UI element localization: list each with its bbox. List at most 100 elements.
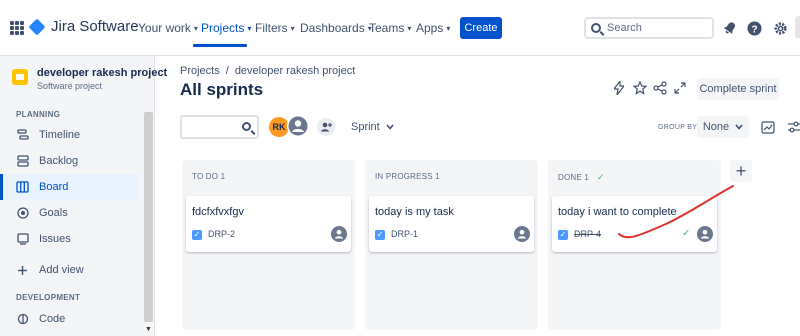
fullscreen-icon[interactable] — [672, 80, 688, 96]
sidebar-item-label: Board — [39, 181, 69, 193]
chevron-down-icon — [735, 121, 743, 133]
view-settings-icon[interactable] — [784, 117, 800, 137]
avatar-rk[interactable]: RK — [269, 117, 289, 137]
add-people-icon[interactable] — [317, 118, 335, 136]
group-by-value: None — [702, 121, 730, 133]
card-title: fdcfxfvxfgv — [192, 206, 244, 218]
red-annotation-stroke — [618, 185, 734, 239]
sidebar-item-label: Issues — [39, 233, 71, 245]
chevron-down-icon — [386, 121, 394, 133]
column-heading-text: IN PROGRESS 1 — [375, 172, 440, 181]
project-avatar — [12, 69, 28, 85]
top-navigation: Jira Software Your work ▾ Projects ▾ Filte… — [0, 0, 800, 56]
sidebar-item-backlog[interactable]: Backlog — [0, 148, 137, 174]
chevron-down-icon: ▾ — [193, 23, 198, 33]
search-input[interactable]: Search — [584, 17, 714, 39]
planning-heading: PLANNING — [16, 110, 61, 119]
task-type-icon: ✓ — [375, 230, 385, 240]
sidebar-item-label: Goals — [39, 207, 68, 219]
app-switcher-icon[interactable] — [10, 21, 24, 35]
insights-icon[interactable] — [758, 117, 778, 137]
chevron-down-icon: ▾ — [446, 23, 451, 33]
project-type: Software project — [37, 81, 103, 91]
nav-your-work[interactable]: Your work ▾ — [138, 21, 198, 35]
done-check-icon: ✓ — [597, 172, 605, 182]
issue-key[interactable]: DRP-4 — [574, 229, 601, 239]
board-search-input[interactable] — [180, 115, 259, 139]
nav-teams[interactable]: Teams ▾ — [369, 21, 411, 35]
lightning-icon[interactable] — [611, 80, 627, 96]
nav-your-work-label: Your work — [138, 21, 191, 35]
column-todo: TO DO 1 fdcfxfvxfgv ✓ DRP-2 — [182, 160, 355, 330]
sidebar-scrollbar[interactable] — [144, 112, 153, 322]
share-icon[interactable] — [652, 80, 668, 96]
chevron-down-icon: ▾ — [407, 23, 412, 33]
column-in-progress: IN PROGRESS 1 today is my task ✓ DRP-1 — [365, 160, 538, 330]
group-by-select[interactable]: None — [697, 116, 749, 138]
nav-dashboards-label: Dashboards — [300, 21, 365, 35]
settings-icon[interactable] — [771, 19, 789, 37]
nav-projects[interactable]: Projects ▾ — [201, 21, 251, 35]
sidebar-item-label: Add view — [39, 264, 84, 276]
sidebar-item-goals[interactable]: Goals — [0, 200, 137, 226]
breadcrumb-project[interactable]: developer rakesh project — [235, 65, 355, 77]
assignee-avatar[interactable] — [331, 226, 347, 242]
scroll-down-arrow-icon[interactable]: ▼ — [145, 326, 152, 333]
project-name[interactable]: developer rakesh project — [37, 67, 167, 79]
product-name: Jira Software — [51, 18, 139, 35]
column-heading: IN PROGRESS 1 — [375, 172, 440, 181]
sprint-filter[interactable]: Sprint — [351, 121, 394, 133]
svg-text:?: ? — [751, 24, 757, 35]
nav-apps-label: Apps — [416, 21, 444, 35]
issue-key[interactable]: DRP-1 — [391, 229, 418, 239]
nav-filters[interactable]: Filters ▾ — [255, 21, 295, 35]
nav-dashboards[interactable]: Dashboards ▾ — [300, 21, 372, 35]
timeline-icon — [16, 129, 29, 142]
column-heading-text: TO DO 1 — [192, 172, 226, 181]
chevron-down-icon: ▾ — [247, 23, 252, 33]
nav-filters-label: Filters — [255, 21, 288, 35]
search-icon — [591, 23, 601, 33]
assignee-avatar[interactable] — [514, 226, 530, 242]
create-button[interactable]: Create — [460, 17, 502, 39]
nav-apps[interactable]: Apps ▾ — [416, 21, 450, 35]
plus-icon — [16, 264, 29, 277]
avatar-unassigned[interactable] — [287, 115, 309, 137]
sidebar: developer rakesh project Software projec… — [0, 56, 167, 336]
sidebar-item-timeline[interactable]: Timeline — [0, 122, 137, 148]
breadcrumb: Projects / developer rakesh project — [180, 65, 355, 77]
breadcrumb-separator: / — [225, 65, 229, 77]
breadcrumb-projects[interactable]: Projects — [180, 65, 220, 77]
issue-key[interactable]: DRP-2 — [208, 229, 235, 239]
group-by-label: GROUP BY — [658, 124, 698, 131]
column-heading-text: DONE 1 — [558, 173, 589, 182]
column-heading: TO DO 1 — [192, 172, 225, 181]
development-heading: DEVELOPMENT — [16, 293, 81, 302]
issue-card[interactable]: fdcfxfvxfgv ✓ DRP-2 — [186, 196, 351, 252]
task-type-icon: ✓ — [192, 230, 202, 240]
notifications-icon[interactable] — [721, 19, 739, 37]
sidebar-item-add-view[interactable]: Add view — [0, 257, 137, 283]
sidebar-item-code[interactable]: Code — [0, 306, 137, 332]
code-icon — [16, 313, 29, 326]
card-title: today is my task — [375, 206, 454, 218]
board-main: Projects / developer rakesh project All … — [156, 56, 800, 336]
sidebar-item-board[interactable]: Board — [0, 174, 137, 200]
help-icon[interactable]: ? — [745, 19, 763, 37]
sidebar-item-label: Backlog — [39, 155, 79, 167]
issues-icon — [16, 233, 29, 246]
star-icon[interactable] — [632, 80, 648, 96]
board-icon — [16, 181, 29, 194]
sidebar-item-label: Timeline — [39, 129, 81, 141]
jira-logo[interactable]: Jira Software — [28, 18, 139, 35]
issue-card[interactable]: today is my task ✓ DRP-1 — [369, 196, 534, 252]
active-nav-indicator — [193, 44, 247, 47]
profile-avatar[interactable] — [795, 16, 800, 38]
complete-sprint-button[interactable]: Complete sprint — [697, 78, 779, 100]
goals-icon — [16, 207, 29, 220]
sidebar-item-label: Code — [39, 313, 66, 325]
task-type-icon: ✓ — [558, 230, 568, 240]
sidebar-item-issues[interactable]: Issues — [0, 226, 137, 252]
nav-projects-label: Projects — [201, 21, 245, 35]
add-column-button[interactable]: + — [730, 160, 752, 182]
